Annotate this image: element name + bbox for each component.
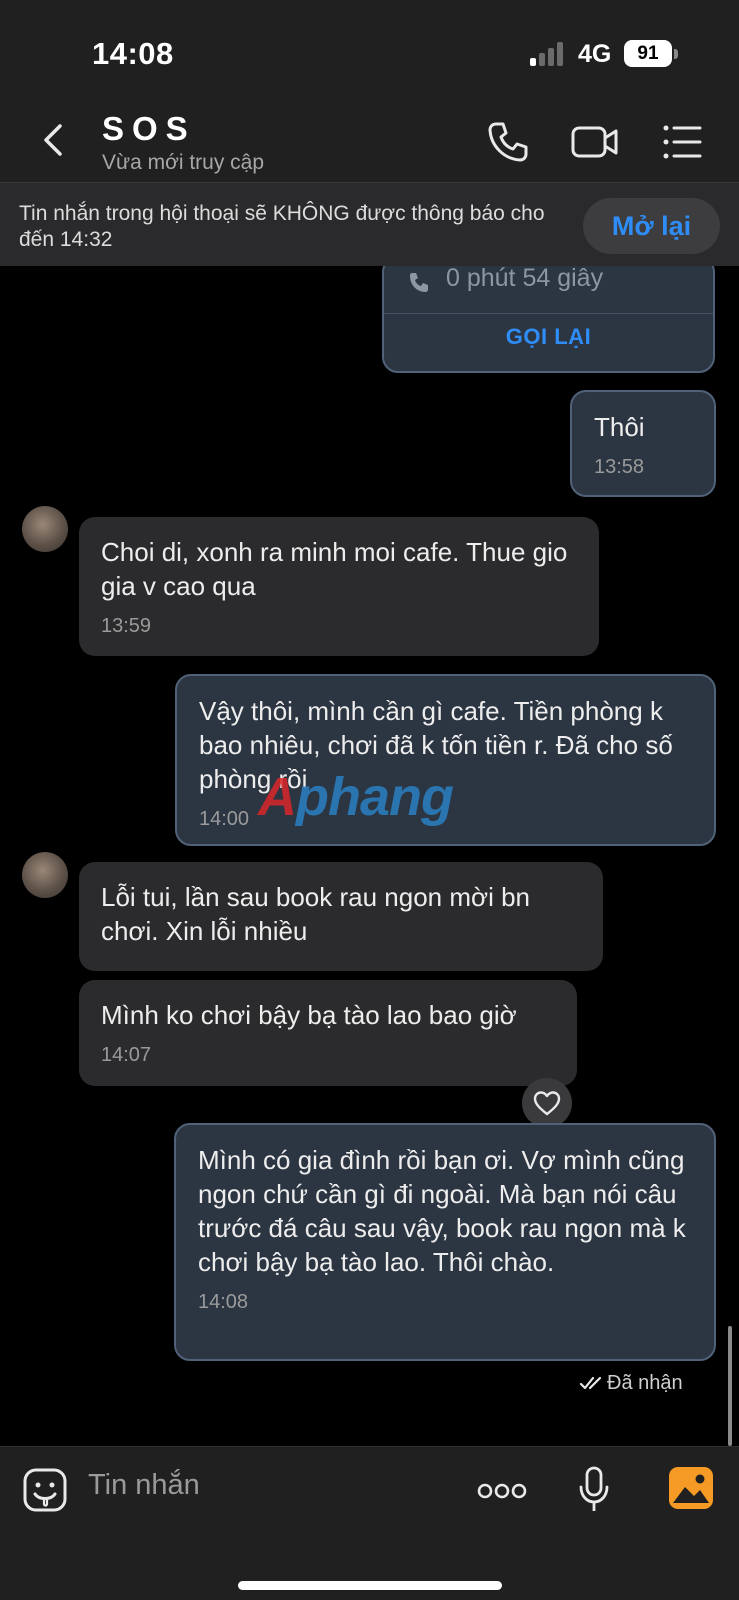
voice-call-button[interactable]: [484, 118, 532, 166]
message-time: 14:07: [101, 1044, 152, 1066]
back-button[interactable]: [36, 116, 76, 164]
scrollbar[interactable]: [728, 1326, 732, 1446]
message-input[interactable]: Tin nhắn: [88, 1469, 200, 1502]
call-divider: [384, 313, 713, 314]
message-bubble[interactable]: Mình ko chơi bậy bạ tào lao bao giờ 14:0…: [79, 980, 577, 1086]
chat-header: SOS Vừa mới truy cập: [0, 100, 739, 182]
more-button[interactable]: [477, 1481, 527, 1501]
read-receipt-text: Đã nhận: [607, 1372, 683, 1394]
message-text: Mình có gia đình rồi bạn ơi. Vợ mình cũn…: [198, 1145, 686, 1277]
call-duration: 0 phút 54 giây: [446, 266, 604, 292]
message-text: Mình ko chơi bậy bạ tào lao bao giờ: [101, 1000, 517, 1030]
unmute-button[interactable]: Mở lại: [583, 198, 720, 254]
message-text: Thôi: [594, 412, 645, 442]
phone-call-icon: [410, 273, 428, 292]
react-button[interactable]: [522, 1078, 572, 1128]
message-bubble[interactable]: Choi di, xonh ra minh moi cafe. Thue gio…: [79, 517, 599, 656]
read-receipt: Đã nhận: [579, 1372, 683, 1395]
message-bubble[interactable]: Lỗi tui, lần sau book rau ngon mời bn ch…: [79, 862, 603, 971]
watermark-logo: Aphang: [258, 767, 454, 827]
call-back-button[interactable]: GỌI LẠI: [384, 324, 713, 350]
message-time: 14:08: [198, 1291, 249, 1313]
double-check-icon: [579, 1376, 602, 1390]
message-list[interactable]: 0 phút 54 giây GỌI LẠI Thôi 13:58 Choi d…: [0, 266, 739, 1446]
video-call-button[interactable]: [570, 118, 620, 166]
contact-status: Vừa mới truy cập: [102, 151, 265, 174]
contact-name[interactable]: SOS: [102, 110, 196, 148]
battery-icon: 91: [624, 40, 672, 67]
more-dots-icon: [477, 1483, 527, 1499]
message-bubble[interactable]: Mình có gia đình rồi bạn ơi. Vợ mình cũn…: [174, 1123, 716, 1361]
sticker-smile-icon: [23, 1468, 67, 1512]
voice-record-button[interactable]: [578, 1465, 610, 1515]
avatar[interactable]: [22, 852, 68, 898]
message-time: 13:59: [101, 615, 152, 637]
status-bar: 14:08 4G 91: [0, 0, 739, 100]
chevron-left-icon: [44, 124, 62, 156]
microphone-icon: [579, 1466, 609, 1511]
call-card: 0 phút 54 giây GỌI LẠI: [382, 266, 715, 373]
battery-tip: [674, 49, 678, 59]
signal-icon: [530, 42, 566, 66]
menu-button[interactable]: [660, 118, 708, 166]
message-time: 13:58: [594, 456, 645, 478]
gallery-icon: [669, 1467, 713, 1509]
phone-icon: [488, 122, 528, 162]
network-type: 4G: [578, 40, 612, 68]
message-bubble[interactable]: Thôi 13:58: [570, 390, 716, 497]
home-indicator[interactable]: [238, 1581, 502, 1590]
photo-button[interactable]: [667, 1465, 715, 1511]
emoji-button[interactable]: [22, 1467, 68, 1513]
message-text: Lỗi tui, lần sau book rau ngon mời bn ch…: [101, 882, 530, 946]
mute-banner: Tin nhắn trong hội thoại sẽ KHÔNG được t…: [0, 182, 739, 266]
heart-icon: [533, 1091, 561, 1116]
message-text: Choi di, xonh ra minh moi cafe. Thue gio…: [101, 537, 568, 601]
composer-bar: Tin nhắn: [0, 1446, 739, 1600]
status-time: 14:08: [92, 36, 174, 71]
avatar[interactable]: [22, 506, 68, 552]
list-menu-icon: [663, 125, 702, 159]
mute-banner-text: Tin nhắn trong hội thoại sẽ KHÔNG được t…: [19, 202, 545, 251]
video-camera-icon: [571, 126, 618, 158]
